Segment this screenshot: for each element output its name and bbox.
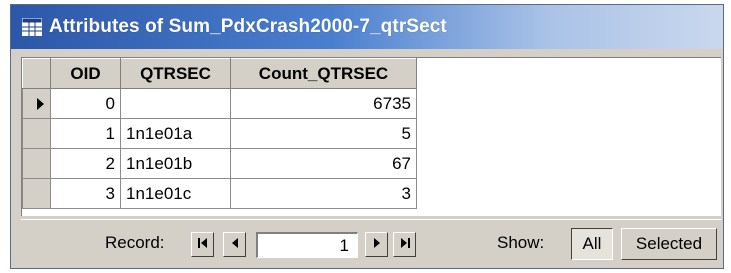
cell-oid[interactable]: 1 (50, 118, 121, 149)
row-selector[interactable] (22, 148, 51, 179)
table-row[interactable]: 2 1n1e01b 67 (22, 148, 417, 179)
show-selected-button[interactable]: Selected (621, 228, 717, 260)
first-record-button[interactable] (191, 232, 214, 257)
row-selector[interactable] (22, 118, 51, 149)
previous-record-icon (230, 236, 240, 254)
cell-qtrsec[interactable] (120, 88, 231, 119)
column-header-count-qtrsec[interactable]: Count_QTRSEC (230, 58, 417, 89)
title-bar[interactable]: Attributes of Sum_PdxCrash2000-7_qtrSect (11, 5, 723, 49)
show-all-button[interactable]: All (571, 228, 613, 260)
table-row[interactable]: 1 1n1e01a 5 (22, 118, 417, 149)
cell-count-qtrsec[interactable]: 5 (230, 118, 417, 149)
table-row[interactable]: 0 6735 (22, 88, 417, 119)
cell-oid[interactable]: 2 (50, 148, 121, 179)
row-selector[interactable] (22, 88, 51, 119)
header-row: OID QTRSEC Count_QTRSEC (22, 58, 417, 89)
table-icon (21, 16, 43, 38)
show-label: Show: (497, 233, 545, 252)
last-record-button[interactable] (393, 232, 416, 257)
previous-record-button[interactable] (223, 232, 246, 257)
column-header-qtrsec[interactable]: QTRSEC (120, 58, 231, 89)
cell-qtrsec[interactable]: 1n1e01a (120, 118, 231, 149)
column-header-oid[interactable]: OID (50, 58, 121, 89)
record-label: Record: (105, 233, 165, 252)
attributes-window: Attributes of Sum_PdxCrash2000-7_qtrSect… (10, 4, 724, 269)
row-selector[interactable] (22, 178, 51, 209)
cell-oid[interactable]: 0 (50, 88, 121, 119)
corner-selector[interactable] (22, 58, 51, 89)
cell-oid[interactable]: 3 (50, 178, 121, 209)
cell-count-qtrsec[interactable]: 67 (230, 148, 417, 179)
cell-count-qtrsec[interactable]: 6735 (230, 88, 417, 119)
window-title: Attributes of Sum_PdxCrash2000-7_qtrSect (49, 16, 447, 37)
first-record-icon (197, 236, 209, 254)
cell-count-qtrsec[interactable]: 3 (230, 178, 417, 209)
table-row[interactable]: 3 1n1e01c 3 (22, 178, 417, 209)
attribute-table: OID QTRSEC Count_QTRSEC 0 6735 1 1n1e01a… (22, 58, 417, 209)
cell-qtrsec[interactable]: 1n1e01c (120, 178, 231, 209)
next-record-icon (372, 236, 382, 254)
attribute-grid[interactable]: OID QTRSEC Count_QTRSEC 0 6735 1 1n1e01a… (21, 57, 721, 216)
next-record-button[interactable] (365, 232, 388, 257)
current-row-arrow-icon (37, 97, 44, 110)
last-record-icon (399, 236, 411, 254)
record-number-input[interactable]: 1 (256, 232, 358, 258)
cell-qtrsec[interactable]: 1n1e01b (120, 148, 231, 179)
record-navigation-bar: Record: 1 Show: All Selected (21, 219, 721, 265)
